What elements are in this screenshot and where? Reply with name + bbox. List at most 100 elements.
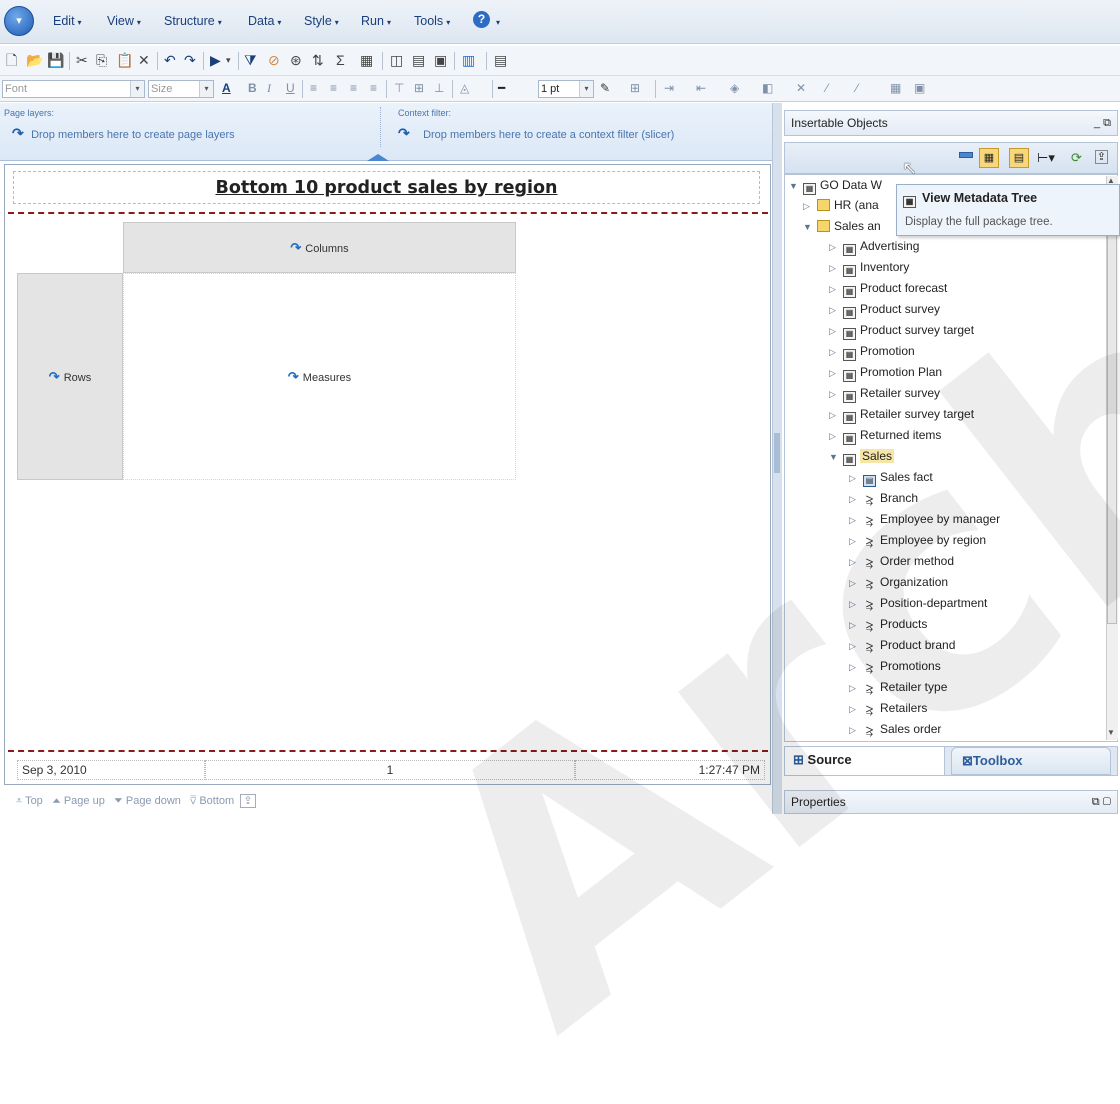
menu-tools[interactable]: Tools ▾ — [414, 14, 450, 28]
run-icon[interactable]: ▶ — [210, 52, 221, 68]
valign-top-icon[interactable]: ⊤ — [394, 81, 404, 96]
tree-node-retailer-survey[interactable]: ▷ ▦ Retailer survey — [829, 383, 940, 403]
line-style-icon[interactable]: ━ — [498, 81, 505, 96]
tab-source[interactable]: ⊞ Source — [785, 747, 945, 775]
tree-node-product-forecast[interactable]: ▷ ▦ Product forecast — [829, 278, 947, 298]
paste-icon[interactable]: 📋 — [116, 52, 133, 68]
chart-icon[interactable]: ▥ — [462, 52, 475, 68]
footer-date[interactable]: Sep 3, 2010 — [17, 760, 205, 780]
tree-node-product-brand[interactable]: ▷ ⥸ Product brand — [849, 635, 955, 655]
page-layers-drop-zone[interactable]: ↷ Drop members here to create page layer… — [12, 125, 235, 142]
italic-icon[interactable]: I — [267, 81, 271, 96]
measures-drop-zone[interactable]: ↷ Measures — [123, 273, 516, 480]
member-tree-icon[interactable]: ▤ — [1009, 148, 1029, 168]
menu-style[interactable]: Style ▾ — [304, 14, 339, 28]
rows-drop-zone[interactable]: ↷ Rows — [17, 273, 123, 480]
insert-icon[interactable]: ▤ — [494, 52, 507, 68]
export-icon[interactable]: ⇪ — [240, 794, 256, 808]
cut-icon[interactable]: ✂ — [76, 52, 88, 68]
bold-icon[interactable]: B — [248, 81, 257, 96]
tab-toolbox[interactable]: ⊠Toolbox — [951, 747, 1111, 775]
report-title[interactable]: Bottom 10 product sales by region — [13, 171, 760, 204]
restore-icon[interactable]: ⧉ ▢ — [1092, 791, 1111, 813]
pick-up-style-icon[interactable]: ✕ — [796, 81, 806, 96]
tree-node-products[interactable]: ▷ ⥸ Products — [849, 614, 927, 634]
tree-options-icon[interactable]: ⊢▾ — [1037, 150, 1055, 166]
tree-node-employee-by-region[interactable]: ▷ ⥸ Employee by region — [849, 530, 986, 550]
package-view-icon[interactable] — [959, 152, 973, 158]
tree-node-employee-by-manager[interactable]: ▷ ⥸ Employee by manager — [849, 509, 1000, 529]
copy-icon[interactable]: ⎘ — [96, 52, 107, 68]
tree-node-branch[interactable]: ▷ ⥸ Branch — [849, 488, 918, 508]
format-data-icon[interactable]: ⁄ — [856, 81, 858, 96]
splitter-grip-icon[interactable] — [774, 433, 780, 473]
style-icon[interactable]: ◧ — [762, 81, 773, 96]
apply-style-icon[interactable]: ⁄ — [826, 81, 828, 96]
tree-node-retailer-survey-target[interactable]: ▷ ▦ Retailer survey target — [829, 404, 974, 424]
size-input[interactable]: Size ▾ — [148, 80, 214, 98]
outdent-icon[interactable]: ⇤ — [696, 81, 706, 96]
footer-time[interactable]: 1:27:47 PM — [575, 760, 765, 780]
pane-splitter[interactable] — [772, 103, 782, 814]
border-color-icon[interactable]: ✎ — [600, 81, 610, 96]
new-report-icon[interactable]: 🗋 — [6, 52, 17, 68]
tree-node-organization[interactable]: ▷ ⥸ Organization — [849, 572, 948, 592]
calculate-icon[interactable]: ▦ — [360, 52, 373, 68]
filter-icon[interactable]: ⧩ — [244, 52, 257, 68]
help-icon[interactable]: ? — [473, 11, 490, 28]
valign-bottom-icon[interactable]: ⊥ — [434, 81, 444, 96]
tree-scrollbar-thumb[interactable] — [1107, 190, 1117, 624]
menu-view[interactable]: View ▾ — [107, 14, 141, 28]
font-input[interactable]: Font ▾ — [2, 80, 145, 98]
scroll-down-icon[interactable]: ▼ — [1107, 728, 1115, 737]
delete-icon[interactable]: ✕ — [138, 52, 150, 68]
crosstab-icon[interactable]: ▤ — [412, 52, 425, 68]
align-right-icon[interactable]: ≡ — [350, 81, 357, 96]
indent-icon[interactable]: ⇥ — [664, 81, 674, 96]
font-color-icon[interactable]: A — [222, 81, 231, 96]
top-button[interactable]: ⩡ Top — [16, 795, 43, 807]
align-center-icon[interactable]: ≡ — [330, 81, 337, 96]
valign-middle-icon[interactable]: ⊞ — [414, 81, 424, 96]
tree-node-order-method[interactable]: ▷ ⥸ Order method — [849, 551, 954, 571]
bottom-button[interactable]: ⩢ Bottom — [190, 795, 234, 807]
sort-icon[interactable]: ⇅ — [312, 52, 324, 68]
summarize-icon[interactable]: Σ — [336, 52, 345, 68]
tree-node-product-survey[interactable]: ▷ ▦ Product survey — [829, 299, 940, 319]
swap-icon[interactable]: ◫ — [390, 52, 403, 68]
app-menu-button[interactable]: ▾ — [4, 6, 34, 36]
page-up-button[interactable]: ⏶ Page up — [52, 795, 105, 807]
footer-page-number[interactable]: 1 — [205, 760, 575, 780]
tree-node-promotion[interactable]: ▷ ▦ Promotion — [829, 341, 915, 361]
tree-node-sales[interactable]: ▼ ▦ Sales — [829, 446, 895, 466]
insert-object-icon[interactable]: ⇪ — [1095, 150, 1108, 164]
menu-run[interactable]: Run ▾ — [361, 14, 391, 28]
open-icon[interactable]: 📂 — [26, 52, 43, 68]
tree-node-root[interactable]: ▼ ▦ GO Data W — [789, 175, 882, 195]
background-color-icon[interactable]: ◬ — [460, 81, 469, 96]
justify-icon[interactable]: ≡ — [370, 81, 377, 96]
split-cells-icon[interactable]: ▣ — [914, 81, 925, 96]
metadata-tree-icon[interactable]: ▦ — [979, 148, 999, 168]
explain-icon[interactable]: ⊛ — [290, 52, 302, 68]
run-dropdown-icon[interactable]: ▾ — [226, 52, 231, 68]
font-dropdown-icon[interactable]: ▾ — [130, 81, 144, 97]
refresh-icon[interactable]: ⟳ — [1071, 150, 1082, 166]
collapse-handle-icon[interactable] — [367, 154, 389, 161]
tree-node-sales-fact[interactable]: ▷ ▤ Sales fact — [849, 467, 933, 487]
page-icon[interactable]: ▣ — [434, 52, 447, 68]
suppress-icon[interactable]: ⊘ — [268, 52, 280, 68]
context-filter-drop-zone[interactable]: ↷ Drop members here to create a context … — [398, 125, 674, 142]
tree-node-position-department[interactable]: ▷ ⥸ Position-department — [849, 593, 987, 613]
tree-node-hr[interactable]: ▷ HR (ana — [803, 195, 879, 215]
conditional-style-icon[interactable]: ◈ — [730, 81, 739, 96]
undo-icon[interactable]: ↶ — [164, 52, 176, 68]
save-icon[interactable]: 💾 — [47, 52, 64, 68]
merge-cells-icon[interactable]: ▦ — [890, 81, 901, 96]
menu-edit[interactable]: Edit ▾ — [53, 14, 82, 28]
tree-node-returned-items[interactable]: ▷ ▦ Returned items — [829, 425, 941, 445]
redo-icon[interactable]: ↷ — [184, 52, 196, 68]
borders-icon[interactable]: ⊞ — [630, 81, 640, 96]
underline-icon[interactable]: U — [286, 81, 295, 96]
tree-node-promotion-plan[interactable]: ▷ ▦ Promotion Plan — [829, 362, 942, 382]
